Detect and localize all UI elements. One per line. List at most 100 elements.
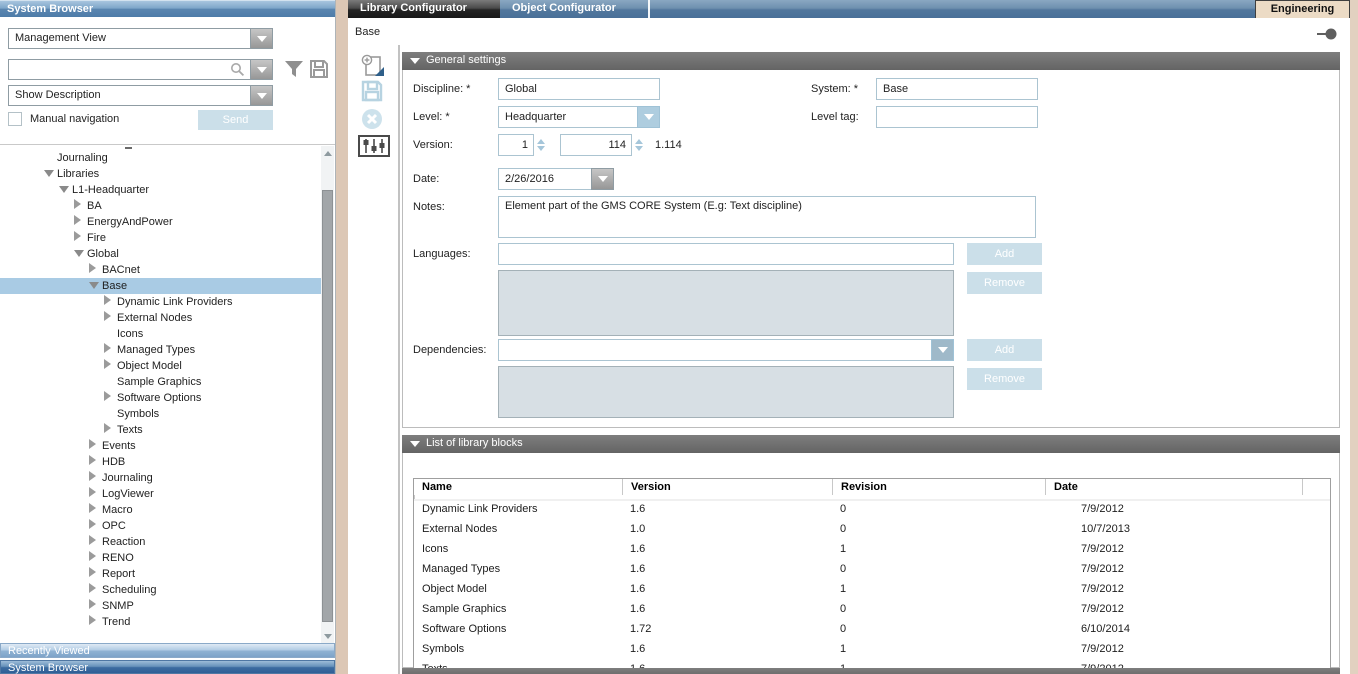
tree-item-base[interactable]: Base (0, 278, 321, 294)
expand-arrow-icon[interactable] (104, 358, 117, 374)
tree-item-reno[interactable]: RENO (0, 550, 321, 566)
languages-listbox[interactable] (498, 270, 954, 336)
chevron-down-icon[interactable] (591, 168, 614, 190)
tree-item-texts[interactable]: Texts (0, 422, 321, 438)
system-browser-bottom-bar[interactable]: System Browser (0, 660, 335, 674)
level-tag-field[interactable] (876, 106, 1038, 128)
dependencies-remove-button[interactable]: Remove (967, 368, 1042, 390)
tree-item-object-model[interactable]: Object Model (0, 358, 321, 374)
save-search-icon[interactable] (309, 59, 329, 79)
tree-item-trend[interactable]: Trend (0, 614, 321, 630)
chevron-down-icon[interactable] (250, 28, 273, 49)
expand-arrow-icon[interactable] (89, 502, 102, 518)
expand-arrow-icon[interactable] (89, 614, 102, 630)
general-settings-header[interactable]: General settings (402, 52, 1340, 70)
tab-library-configurator[interactable]: Library Configurator (348, 0, 500, 18)
table-row[interactable]: Symbols1.617/9/2012 (414, 641, 1330, 661)
expand-arrow-icon[interactable] (104, 310, 117, 326)
search-input[interactable] (8, 59, 250, 80)
scroll-down-icon[interactable] (321, 629, 334, 643)
expand-arrow-icon[interactable] (89, 486, 102, 502)
expand-arrow-icon[interactable] (89, 454, 102, 470)
manual-navigation-checkbox[interactable] (8, 112, 22, 126)
collapse-arrow-icon[interactable] (89, 278, 102, 294)
pin-icon[interactable] (1316, 27, 1338, 41)
tree-item-software-options[interactable]: Software Options (0, 390, 321, 406)
tree-scrollbar[interactable] (321, 146, 334, 643)
level-dropdown[interactable]: Headquarter (498, 106, 660, 128)
import-library-icon[interactable] (360, 53, 386, 79)
column-header-version[interactable]: Version (622, 479, 832, 495)
tree-item-bacnet[interactable]: BACnet (0, 262, 321, 278)
chevron-down-icon[interactable] (637, 106, 660, 128)
table-row[interactable]: Dynamic Link Providers1.607/9/2012 (414, 501, 1330, 521)
expand-arrow-icon[interactable] (74, 230, 87, 246)
tree-item-events[interactable]: Events (0, 438, 321, 454)
discipline-field[interactable] (498, 78, 660, 100)
expand-arrow-icon[interactable] (89, 598, 102, 614)
tree-item-sample-graphics[interactable]: Sample Graphics (0, 374, 321, 390)
engineering-mode-tab[interactable]: Engineering (1255, 0, 1350, 18)
tree-item-managed-types[interactable]: Managed Types (0, 342, 321, 358)
expand-arrow-icon[interactable] (104, 422, 117, 438)
expand-arrow-icon[interactable] (104, 390, 117, 406)
expand-arrow-icon[interactable] (89, 262, 102, 278)
view-selector[interactable]: Management View (8, 28, 273, 49)
scrollbar-thumb[interactable] (322, 190, 333, 622)
notes-field[interactable]: Element part of the GMS CORE System (E.g… (498, 196, 1036, 238)
chevron-down-icon[interactable] (931, 339, 954, 361)
tree-item-scheduling[interactable]: Scheduling (0, 582, 321, 598)
table-row[interactable]: Sample Graphics1.607/9/2012 (414, 601, 1330, 621)
table-row[interactable]: Software Options1.7206/10/2014 (414, 621, 1330, 641)
tree-item-icons[interactable]: Icons (0, 326, 321, 342)
save-icon[interactable] (360, 79, 384, 103)
send-button[interactable]: Send (198, 110, 273, 130)
spin-down-icon[interactable] (537, 146, 545, 151)
tree-item-energyandpower[interactable]: EnergyAndPower (0, 214, 321, 230)
tree-item-external-nodes[interactable]: External Nodes (0, 310, 321, 326)
expand-arrow-icon[interactable] (89, 566, 102, 582)
expand-arrow-icon[interactable] (104, 294, 117, 310)
expand-arrow-icon[interactable] (74, 198, 87, 214)
tree-item-opc[interactable]: OPC (0, 518, 321, 534)
expand-arrow-icon[interactable] (104, 342, 117, 358)
table-row[interactable]: Object Model1.617/9/2012 (414, 581, 1330, 601)
spin-down-icon[interactable] (635, 146, 643, 151)
column-header-date[interactable]: Date (1045, 479, 1302, 495)
column-header-revision[interactable]: Revision (832, 479, 1045, 495)
description-selector[interactable]: Show Description (8, 85, 273, 106)
scroll-up-icon[interactable] (321, 146, 334, 160)
tree-item-journaling[interactable]: Journaling (0, 470, 321, 486)
tab-object-configurator[interactable]: Object Configurator (500, 0, 648, 18)
system-field[interactable] (876, 78, 1038, 100)
collapse-arrow-icon[interactable] (44, 166, 57, 182)
dependencies-listbox[interactable] (498, 366, 954, 418)
table-row[interactable]: External Nodes1.0010/7/2013 (414, 521, 1330, 541)
languages-add-button[interactable]: Add (967, 243, 1042, 265)
tree-item-symbols[interactable]: Symbols (0, 406, 321, 422)
column-header-empty[interactable] (1302, 479, 1330, 495)
recently-viewed-bar[interactable]: Recently Viewed (0, 643, 335, 658)
version-major-field[interactable] (498, 134, 534, 156)
version-major-stepper[interactable] (536, 134, 546, 156)
tree-item-snmp[interactable]: SNMP (0, 598, 321, 614)
tree-item-reaction[interactable]: Reaction (0, 534, 321, 550)
expand-arrow-icon[interactable] (89, 534, 102, 550)
search-history-chevron-icon[interactable] (250, 59, 273, 80)
languages-input[interactable] (498, 243, 954, 265)
languages-remove-button[interactable]: Remove (967, 272, 1042, 294)
dependencies-dropdown[interactable] (498, 339, 954, 361)
settings-sliders-icon[interactable] (358, 135, 390, 157)
expand-arrow-icon[interactable] (89, 470, 102, 486)
expand-arrow-icon[interactable] (89, 518, 102, 534)
expand-arrow-icon[interactable] (89, 550, 102, 566)
version-minor-stepper[interactable] (634, 134, 644, 156)
table-row[interactable]: Managed Types1.607/9/2012 (414, 561, 1330, 581)
collapsed-section-header[interactable] (402, 668, 1340, 674)
expand-arrow-icon[interactable] (74, 214, 87, 230)
table-row[interactable]: Icons1.617/9/2012 (414, 541, 1330, 561)
version-minor-field[interactable] (560, 134, 632, 156)
expand-arrow-icon[interactable] (89, 438, 102, 454)
tree-item-ba[interactable]: BA (0, 198, 321, 214)
collapse-arrow-icon[interactable] (74, 246, 87, 262)
